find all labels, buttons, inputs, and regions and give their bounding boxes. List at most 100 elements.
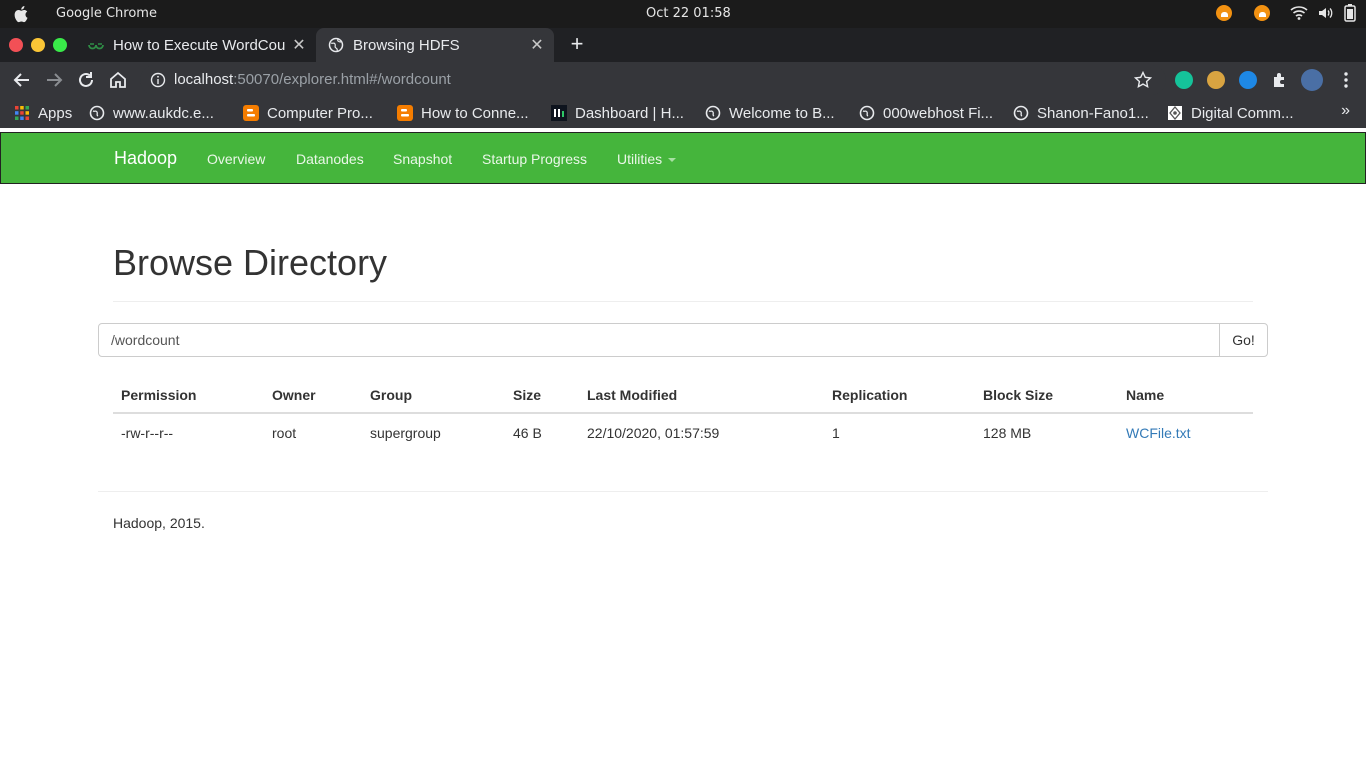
bookmark-label: Dashboard | H... (575, 104, 684, 122)
bookmark-label: How to Conne... (421, 104, 529, 122)
back-icon[interactable] (12, 70, 32, 90)
go-button[interactable]: Go! (1219, 323, 1268, 357)
tab-browsing-hdfs[interactable]: Browsing HDFS ✕ (316, 28, 554, 62)
column-header-last-modified[interactable]: Last Modified (587, 387, 677, 403)
wifi-icon[interactable] (1290, 5, 1308, 21)
bookmark-label: Apps (38, 104, 73, 122)
update-notifier-icon-2[interactable] (1254, 5, 1270, 21)
more-bookmarks-icon[interactable]: » (1341, 102, 1350, 120)
os-clock[interactable]: Oct 22 01:58 (646, 6, 731, 21)
tab-title: Browsing HDFS (353, 36, 460, 54)
directory-path-input[interactable] (98, 323, 1220, 357)
nav-startup-progress[interactable]: Startup Progress (482, 151, 587, 167)
nav-utilities-label: Utilities (617, 151, 663, 167)
extensions-puzzle-icon[interactable] (1271, 71, 1289, 89)
bookmark-digital-comm[interactable]: Digital Comm... (1167, 103, 1294, 123)
hadoop-brand-link[interactable]: Hadoop (114, 148, 177, 169)
chrome-tab-strip: How to Execute WordCou ✕ Browsing HDFS ✕… (0, 28, 1366, 62)
chrome-menu-icon[interactable] (1336, 70, 1356, 90)
nav-snapshot[interactable]: Snapshot (393, 151, 452, 167)
home-icon[interactable] (108, 70, 128, 90)
cookie-icon[interactable] (1207, 71, 1225, 89)
cell-block-size: 128 MB (983, 425, 1032, 441)
globe-icon (328, 37, 344, 53)
column-header-group[interactable]: Group (370, 387, 412, 403)
hadoop-navbar: Hadoop Overview Datanodes Snapshot Start… (0, 132, 1366, 184)
cell-permission: -rw-r--r-- (121, 425, 174, 441)
close-tab-icon[interactable]: ✕ (526, 35, 548, 55)
os-top-bar: Google Chrome Oct 22 01:58 (0, 0, 1366, 28)
os-app-name[interactable]: Google Chrome (56, 6, 157, 21)
bookmark-label: Computer Pro... (267, 104, 373, 122)
bookmark-label: www.aukdc.e... (113, 104, 214, 122)
bookmark-computer-pro[interactable]: Computer Pro... (243, 103, 373, 123)
url-text[interactable]: localhost:50070/explorer.html#/wordcount (174, 71, 451, 88)
cell-replication: 1 (832, 425, 840, 441)
bookmarks-bar: Apps www.aukdc.e... Computer Pro... How … (0, 98, 1366, 128)
bookmark-label: Welcome to B... (729, 104, 835, 122)
window-minimize-button[interactable] (31, 38, 45, 52)
blogger-icon (397, 105, 413, 121)
bookmark-label: Shanon-Fano1... (1037, 104, 1149, 122)
cell-size: 46 B (513, 425, 542, 441)
update-notifier-icon[interactable] (1216, 5, 1232, 21)
url-host: localhost (174, 71, 234, 88)
profile-avatar[interactable] (1301, 69, 1323, 91)
column-header-name[interactable]: Name (1126, 387, 1164, 403)
tab-title: How to Execute WordCou (113, 36, 286, 54)
column-header-replication[interactable]: Replication (832, 387, 907, 403)
tab-wordcount-guide[interactable]: How to Execute WordCou ✕ (80, 28, 316, 62)
column-header-size[interactable]: Size (513, 387, 541, 403)
geeksforgeeks-icon (88, 43, 104, 50)
bookmark-aukdc[interactable]: www.aukdc.e... (89, 103, 214, 123)
bookmark-000webhost[interactable]: 000webhost Fi... (859, 103, 993, 123)
file-link-wcfile[interactable]: WCFile.txt (1126, 425, 1191, 441)
chrome-toolbar: localhost:50070/explorer.html#/wordcount (0, 62, 1366, 98)
footer-divider (98, 491, 1268, 492)
footer-text: Hadoop, 2015. (113, 515, 205, 531)
address-bar[interactable]: localhost:50070/explorer.html#/wordcount (140, 65, 1166, 95)
extension-icon[interactable] (1239, 71, 1257, 89)
bookmark-label: 000webhost Fi... (883, 104, 994, 122)
page-title: Browse Directory (113, 242, 388, 283)
bookmark-shanon-fano[interactable]: Shanon-Fano1... (1013, 103, 1149, 123)
globe-icon (89, 105, 105, 121)
column-header-owner[interactable]: Owner (272, 387, 316, 403)
battery-icon[interactable] (1344, 4, 1356, 22)
column-header-block-size[interactable]: Block Size (983, 387, 1053, 403)
volume-icon[interactable] (1318, 5, 1334, 21)
bookmark-label: Digital Comm... (1191, 104, 1294, 122)
site-info-icon[interactable] (150, 72, 166, 88)
bookmark-dashboard[interactable]: Dashboard | H... (551, 103, 684, 123)
url-path: :50070/explorer.html#/wordcount (233, 71, 451, 88)
nav-overview[interactable]: Overview (207, 151, 265, 167)
close-tab-icon[interactable]: ✕ (288, 35, 310, 55)
cell-last-modified: 22/10/2020, 01:57:59 (587, 425, 720, 441)
caret-down-icon (668, 158, 677, 163)
blogger-icon (243, 105, 259, 121)
table-header-divider (113, 412, 1253, 414)
window-maximize-button[interactable] (53, 38, 67, 52)
grammarly-icon[interactable] (1175, 71, 1193, 89)
bookmark-star-icon[interactable] (1134, 71, 1152, 89)
forward-icon[interactable] (44, 70, 64, 90)
nav-datanodes[interactable]: Datanodes (296, 151, 364, 167)
globe-icon (1013, 105, 1029, 121)
apple-icon[interactable] (14, 5, 30, 23)
page-content: Hadoop Overview Datanodes Snapshot Start… (0, 128, 1366, 768)
cell-owner: root (272, 425, 297, 441)
nav-utilities-dropdown[interactable]: Utilities (617, 151, 677, 167)
bookmark-how-to-connect[interactable]: How to Conne... (397, 103, 529, 123)
bookmark-apps[interactable]: Apps (14, 103, 72, 123)
globe-icon (859, 105, 875, 121)
reload-icon[interactable] (76, 70, 96, 90)
globe-icon (705, 105, 721, 121)
new-tab-button[interactable]: + (566, 32, 588, 58)
system-tray (1216, 4, 1356, 22)
window-close-button[interactable] (9, 38, 23, 52)
site-icon (1168, 105, 1182, 121)
bookmark-welcome[interactable]: Welcome to B... (705, 103, 835, 123)
column-header-permission[interactable]: Permission (121, 387, 196, 403)
title-divider (113, 301, 1253, 302)
hackerrank-icon (551, 105, 567, 121)
